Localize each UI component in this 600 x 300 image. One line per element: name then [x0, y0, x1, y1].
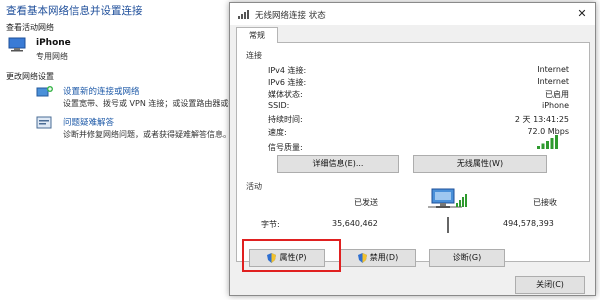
sent-label: 已发送: [354, 198, 378, 207]
change-settings-label: 更改网络设置: [6, 72, 54, 81]
setup-connection-link[interactable]: 设置新的连接或网络: [63, 85, 140, 97]
media-state-value: 已启用: [545, 90, 569, 99]
close-icon[interactable]: ✕: [575, 7, 589, 21]
received-bytes: 494,578,393: [503, 219, 554, 228]
wireless-properties-button[interactable]: 无线属性(W): [413, 155, 547, 173]
tab-general[interactable]: 常规: [236, 27, 278, 43]
sent-bytes: 35,640,462: [332, 219, 378, 228]
wireless-status-dialog: 无线网络连接 状态 ✕ 常规 连接 IPv4 连接: Internet IPv6…: [229, 2, 596, 296]
network-type: 专用网络: [36, 52, 68, 61]
disable-label: 禁用(D): [369, 253, 399, 262]
ipv6-value: Internet: [537, 77, 569, 86]
network-icon: [8, 37, 26, 52]
signal-quality-label: 信号质量:: [268, 143, 303, 152]
bytes-label: 字节:: [261, 220, 280, 229]
duration-label: 持续时间:: [268, 115, 303, 124]
diagnose-button[interactable]: 诊断(G): [429, 249, 505, 267]
ssid-value: iPhone: [541, 101, 569, 110]
troubleshoot-link[interactable]: 问题疑难解答: [63, 116, 114, 128]
connection-group-label: 连接: [246, 51, 262, 60]
troubleshoot-icon: [36, 116, 52, 129]
shield-icon: [357, 252, 367, 263]
ipv4-label: IPv4 连接:: [268, 66, 307, 75]
ipv6-label: IPv6 连接:: [268, 78, 307, 87]
page-heading: 查看基本网络信息并设置连接: [6, 5, 143, 17]
properties-highlight: [242, 239, 341, 272]
duration-value: 2 天 13:41:25: [514, 115, 569, 124]
details-button[interactable]: 详细信息(E)...: [277, 155, 399, 173]
dialog-title: 无线网络连接 状态: [255, 11, 326, 21]
speed-label: 速度:: [268, 128, 287, 137]
ipv4-value: Internet: [537, 65, 569, 74]
network-setup-icon: [36, 86, 53, 97]
general-panel: 连接 IPv4 连接: Internet IPv6 连接: Internet 媒…: [236, 42, 590, 267]
title-bar: 无线网络连接 状态 ✕: [230, 3, 595, 25]
active-networks-label: 查看活动网络: [6, 23, 54, 32]
setup-connection-desc: 设置宽带、拨号或 VPN 连接；或设置路由器或接入点。: [63, 99, 233, 108]
network-name: iPhone: [36, 38, 71, 48]
received-label: 已接收: [533, 198, 557, 207]
troubleshoot-desc: 诊断并修复网络问题，或者获得疑难解答信息。: [63, 130, 231, 139]
media-state-label: 媒体状态:: [268, 90, 303, 99]
close-button[interactable]: 关闭(C): [515, 276, 585, 294]
network-activity-icon: [428, 188, 467, 233]
wireless-signal-icon: [238, 10, 249, 19]
signal-strength-icon: [537, 135, 558, 149]
ssid-label: SSID:: [268, 101, 290, 110]
disable-button[interactable]: 禁用(D): [340, 249, 416, 267]
activity-group-label: 活动: [246, 182, 262, 191]
